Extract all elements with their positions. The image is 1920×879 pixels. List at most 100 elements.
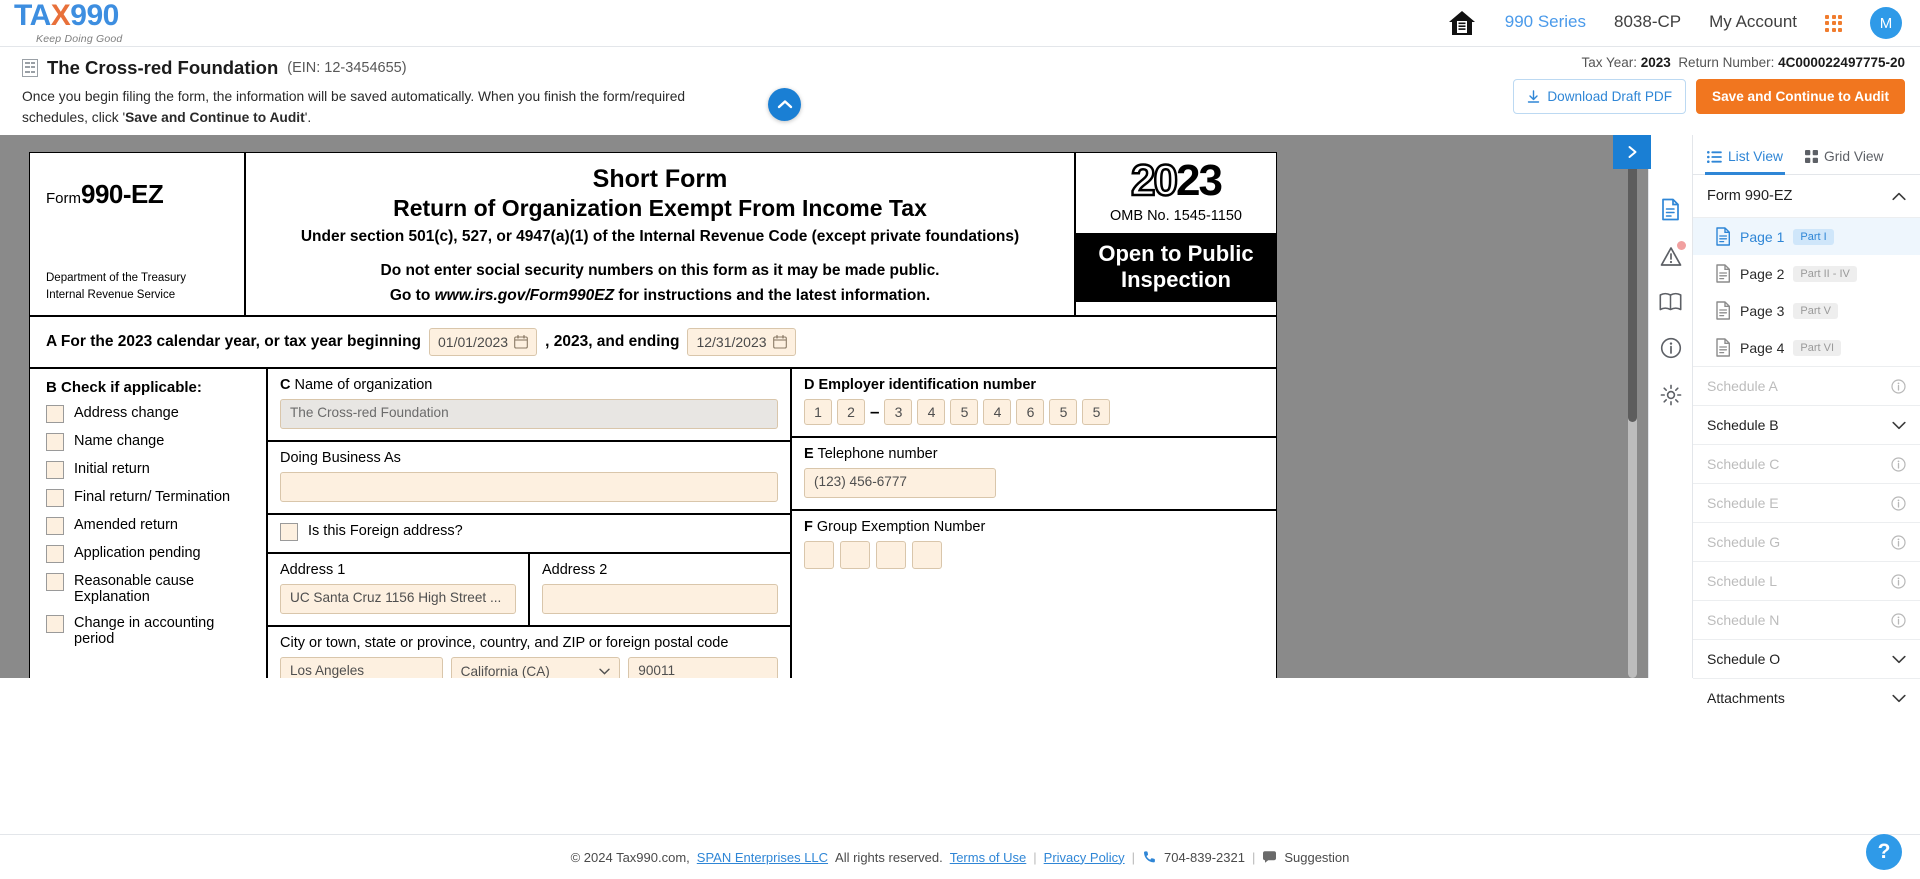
city-input[interactable]: Los Angeles [280, 656, 443, 678]
document-scrollbar[interactable] [1628, 152, 1637, 678]
tax-year-end-input[interactable]: 12/31/2023 [687, 327, 796, 356]
telephone-input[interactable]: (123) 456-6777 [804, 467, 996, 498]
checkbox-initial-return[interactable]: Initial return [46, 460, 252, 479]
avatar[interactable]: M [1870, 7, 1902, 39]
nav-990-series[interactable]: 990 Series [1505, 12, 1586, 34]
address1-cell: Address 1 UC Santa Cruz 1156 High Street… [268, 553, 530, 625]
ein-digit[interactable]: 2 [837, 398, 865, 425]
document-icon[interactable] [1660, 198, 1681, 226]
sidebar-item-page-2[interactable]: Page 2 Part II - IV [1693, 255, 1920, 292]
download-draft-pdf-button[interactable]: Download Draft PDF [1513, 79, 1687, 114]
nav-8038-cp[interactable]: 8038-CP [1614, 12, 1681, 34]
brand-text-2: 990 [70, 0, 119, 33]
checkbox-box[interactable] [46, 488, 64, 507]
ein-digit[interactable]: 1 [804, 398, 832, 425]
checkbox-name-change[interactable]: Name change [46, 432, 252, 451]
sidebar-item-page-4[interactable]: Page 4 Part VI [1693, 329, 1920, 366]
checkbox-box[interactable] [46, 460, 64, 479]
checkbox-final-return[interactable]: Final return/ Termination [46, 488, 252, 507]
help-button[interactable]: ? [1866, 834, 1902, 870]
info-circle-icon[interactable] [1660, 337, 1682, 364]
sidebar-item-page-1[interactable]: Page 1 Part I [1693, 218, 1920, 255]
app-root: TAX990 Keep Doing Good 990 Series 8038-C… [0, 0, 1920, 879]
checkbox-box[interactable] [46, 572, 64, 591]
state-select[interactable]: California (CA) [450, 656, 621, 678]
book-icon[interactable] [1659, 292, 1682, 317]
checkbox-box[interactable] [46, 516, 64, 535]
collapse-header-button[interactable] [768, 88, 801, 121]
checkbox-amended-return[interactable]: Amended return [46, 516, 252, 535]
sidebar-item-page-1-label: Page 1 [1740, 228, 1785, 245]
home-icon[interactable] [1447, 9, 1477, 37]
checkbox-foreign-address[interactable]: Is this Foreign address? [280, 522, 778, 541]
sidebar-item-schedule-c[interactable]: Schedule C [1693, 444, 1920, 483]
group-digit[interactable] [912, 540, 942, 569]
scrollbar-thumb[interactable] [1628, 152, 1637, 422]
footer-terms-link[interactable]: Terms of Use [950, 850, 1027, 865]
dba-input[interactable] [280, 471, 778, 502]
sidebar-item-schedule-g[interactable]: Schedule G [1693, 522, 1920, 561]
form-header-right: 2023 OMB No. 1545-1150 Open to Public In… [1074, 153, 1276, 315]
tab-grid-view[interactable]: Grid View [1804, 149, 1884, 174]
checkbox-box[interactable] [46, 404, 64, 423]
footer-privacy-link[interactable]: Privacy Policy [1044, 850, 1125, 865]
filing-note: Once you begin filing the form, the info… [22, 86, 712, 129]
group-digit[interactable] [804, 540, 834, 569]
footer-suggestion[interactable]: Suggestion [1284, 850, 1349, 865]
gear-icon[interactable] [1660, 384, 1682, 411]
ein-digit[interactable]: 6 [1016, 398, 1045, 425]
checkbox-box[interactable] [46, 544, 64, 563]
form-group-header[interactable]: Form 990-EZ [1693, 175, 1920, 218]
sidebar-item-page-2-badge: Part II - IV [1793, 265, 1857, 282]
tax-year-begin-input[interactable]: 01/01/2023 [429, 327, 538, 356]
expand-panel-button[interactable] [1613, 135, 1651, 169]
save-and-continue-button[interactable]: Save and Continue to Audit [1696, 79, 1905, 114]
checkbox-reasonable-cause[interactable]: Reasonable cause Explanation [46, 572, 252, 605]
tab-list-view[interactable]: List View [1705, 149, 1785, 175]
zip-input[interactable]: 90011 [628, 656, 778, 678]
ein-digit[interactable]: 3 [884, 398, 913, 425]
ein-digit[interactable]: 4 [983, 398, 1012, 425]
checkbox-box[interactable] [280, 522, 298, 541]
nav-my-account[interactable]: My Account [1709, 12, 1797, 34]
sidebar-item-schedule-o[interactable]: Schedule O [1693, 639, 1920, 678]
sidebar-item-schedule-b[interactable]: Schedule B [1693, 405, 1920, 444]
checkbox-change-accounting-period[interactable]: Change in accounting period [46, 614, 252, 647]
checkbox-box[interactable] [46, 432, 64, 451]
group-digit[interactable] [840, 540, 870, 569]
calendar-icon [514, 334, 528, 349]
sidebar-item-page-4-badge: Part VI [1793, 339, 1841, 356]
address1-input[interactable]: UC Santa Cruz 1156 High Street ... [280, 583, 516, 614]
brand-logo[interactable]: TAX990 Keep Doing Good [14, 1, 122, 45]
brand-text-x: X [50, 0, 71, 33]
section-b: B Check if applicable: Address change Na… [30, 368, 268, 678]
footer-phone[interactable]: 704-839-2321 [1164, 850, 1245, 865]
checkbox-application-pending[interactable]: Application pending [46, 544, 252, 563]
phone-icon [1143, 850, 1155, 862]
section-d-label: D [804, 376, 815, 393]
sidebar-item-schedule-e[interactable]: Schedule E [1693, 483, 1920, 522]
group-digit[interactable] [876, 540, 906, 569]
form-subtitle: Under section 501(c), 527, or 4947(a)(1)… [300, 227, 1020, 245]
ein-digit[interactable]: 5 [950, 398, 979, 425]
sidebar-item-schedule-a[interactable]: Schedule A [1693, 366, 1920, 405]
section-b-label: B [46, 378, 57, 396]
grid-apps-icon[interactable] [1825, 14, 1842, 32]
ein-digit[interactable]: 4 [917, 398, 946, 425]
warning-triangle-icon[interactable] [1660, 241, 1686, 272]
sidebar-item-attachments-label: Attachments [1707, 690, 1785, 706]
ein-digit[interactable]: 5 [1049, 398, 1078, 425]
address2-input[interactable] [542, 583, 778, 614]
irs-url[interactable]: www.irs.gov/Form990EZ [435, 287, 614, 304]
checkbox-box[interactable] [46, 614, 64, 633]
sidebar-item-schedule-n[interactable]: Schedule N [1693, 600, 1920, 639]
ein-digit[interactable]: 5 [1082, 398, 1111, 425]
checkbox-address-change[interactable]: Address change [46, 404, 252, 423]
sidebar-item-schedule-l[interactable]: Schedule L [1693, 561, 1920, 600]
dba-label: Doing Business As [280, 449, 401, 466]
sidebar-item-attachments[interactable]: Attachments [1693, 678, 1920, 717]
sidebar-item-page-3[interactable]: Page 3 Part V [1693, 292, 1920, 329]
footer-company-link[interactable]: SPAN Enterprises LLC [697, 850, 828, 865]
org-name-input[interactable]: The Cross-red Foundation [280, 398, 778, 429]
return-meta-line: Tax Year: 2023 Return Number: 4C00002249… [1513, 55, 1905, 70]
